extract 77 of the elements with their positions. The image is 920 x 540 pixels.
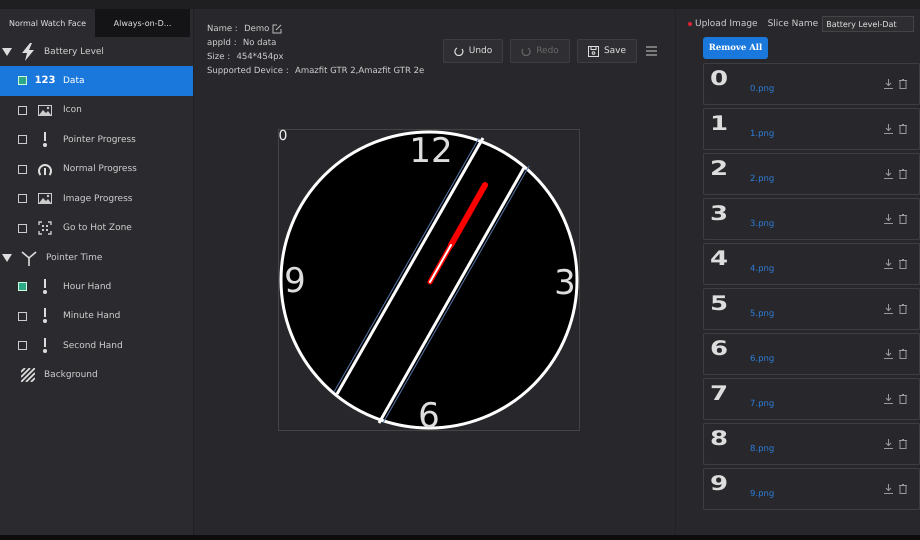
- menu-icon[interactable]: [646, 46, 657, 56]
- tree-item[interactable]: Second Hand: [0, 331, 193, 360]
- checkbox[interactable]: [18, 194, 27, 204]
- checkbox[interactable]: [18, 341, 27, 350]
- pointer-icon: [43, 338, 47, 354]
- caret-icon[interactable]: [2, 254, 12, 262]
- trash-icon[interactable]: [899, 438, 907, 449]
- hour-numeral: 3: [554, 263, 576, 303]
- trash-icon[interactable]: [899, 214, 907, 224]
- info-value: No data: [242, 38, 276, 48]
- tree-item[interactable]: Pointer Progress: [0, 125, 193, 154]
- caret-icon[interactable]: [2, 48, 12, 56]
- image-icon: [38, 193, 52, 204]
- lightning-icon: [21, 42, 35, 60]
- checkbox[interactable]: [18, 164, 27, 174]
- trash-icon[interactable]: [899, 168, 907, 179]
- tree-group-label[interactable]: Pointer Time: [46, 252, 102, 262]
- checkbox[interactable]: [18, 312, 27, 321]
- edit-icon[interactable]: [272, 24, 282, 34]
- redo-icon: [521, 46, 532, 56]
- checkbox[interactable]: [18, 224, 27, 233]
- tree-item[interactable]: Minute Hand: [0, 302, 193, 331]
- info-value: Amazfit GTR 2,Amazfit GTR 2e: [295, 66, 424, 76]
- tree-item[interactable]: Hour Hand: [0, 272, 193, 302]
- pointer-icon: [43, 308, 47, 324]
- download-icon[interactable]: [884, 348, 893, 359]
- gauge-icon: [38, 162, 52, 176]
- hour-numeral: 9: [284, 261, 306, 301]
- download-icon[interactable]: [884, 394, 893, 404]
- tree-group-label[interactable]: Battery Level: [44, 46, 104, 56]
- tree-group-label[interactable]: Background: [44, 370, 98, 380]
- info-value: 454*454px: [236, 52, 284, 62]
- y-shape-icon: [21, 250, 37, 266]
- download-icon[interactable]: [884, 124, 893, 134]
- hour-numeral: 6: [418, 396, 440, 430]
- info-value: Demo: [244, 24, 270, 34]
- tree-item[interactable]: Image Progress: [0, 184, 193, 214]
- trash-icon[interactable]: [899, 258, 907, 269]
- trash-icon[interactable]: [899, 484, 907, 494]
- hour-numeral: 12: [408, 131, 452, 171]
- info-label: appId：: [207, 37, 240, 49]
- download-icon[interactable]: [884, 304, 893, 314]
- image-icon: [38, 104, 52, 116]
- tree-item[interactable]: Go to Hot Zone: [0, 214, 193, 243]
- info-label: Supported Device：: [207, 65, 292, 77]
- download-icon[interactable]: [884, 214, 893, 224]
- download-icon[interactable]: [884, 168, 893, 179]
- download-icon[interactable]: [884, 78, 893, 89]
- remove-all-button[interactable]: Remove All: [703, 37, 768, 59]
- pointer-icon: [43, 132, 47, 148]
- download-icon[interactable]: [884, 484, 893, 494]
- info-label: Name：: [207, 23, 242, 35]
- download-icon[interactable]: [884, 438, 893, 449]
- hot-zone-icon: [38, 221, 52, 236]
- download-icon[interactable]: [884, 258, 893, 269]
- toolbar-button[interactable]: Save: [577, 39, 637, 63]
- battery-data-text: 0: [278, 128, 288, 144]
- tree-item[interactable]: Icon: [0, 96, 193, 125]
- trash-icon[interactable]: [899, 394, 907, 404]
- pointer-icon: [43, 278, 47, 295]
- slice-name-field[interactable]: Battery Level-Dat: [822, 16, 914, 32]
- undo-icon: [454, 46, 464, 56]
- slice-name-label: Slice Name: [768, 19, 818, 29]
- tree-item[interactable]: 123 Data: [0, 66, 193, 96]
- trash-icon[interactable]: [899, 78, 907, 89]
- tree-item[interactable]: Normal Progress: [0, 154, 193, 184]
- number-label: 123: [34, 75, 56, 86]
- save-icon: [588, 46, 599, 56]
- toolbar-button[interactable]: Undo: [443, 39, 503, 63]
- upload-label: Upload Image: [695, 19, 758, 29]
- trash-icon[interactable]: [899, 348, 907, 359]
- trash-icon[interactable]: [899, 124, 907, 134]
- trash-icon[interactable]: [899, 304, 907, 314]
- checkbox[interactable]: [18, 135, 27, 144]
- checkbox[interactable]: [18, 106, 27, 115]
- tab[interactable]: Always-on-D...: [95, 9, 190, 37]
- info-label: Size：: [207, 51, 234, 63]
